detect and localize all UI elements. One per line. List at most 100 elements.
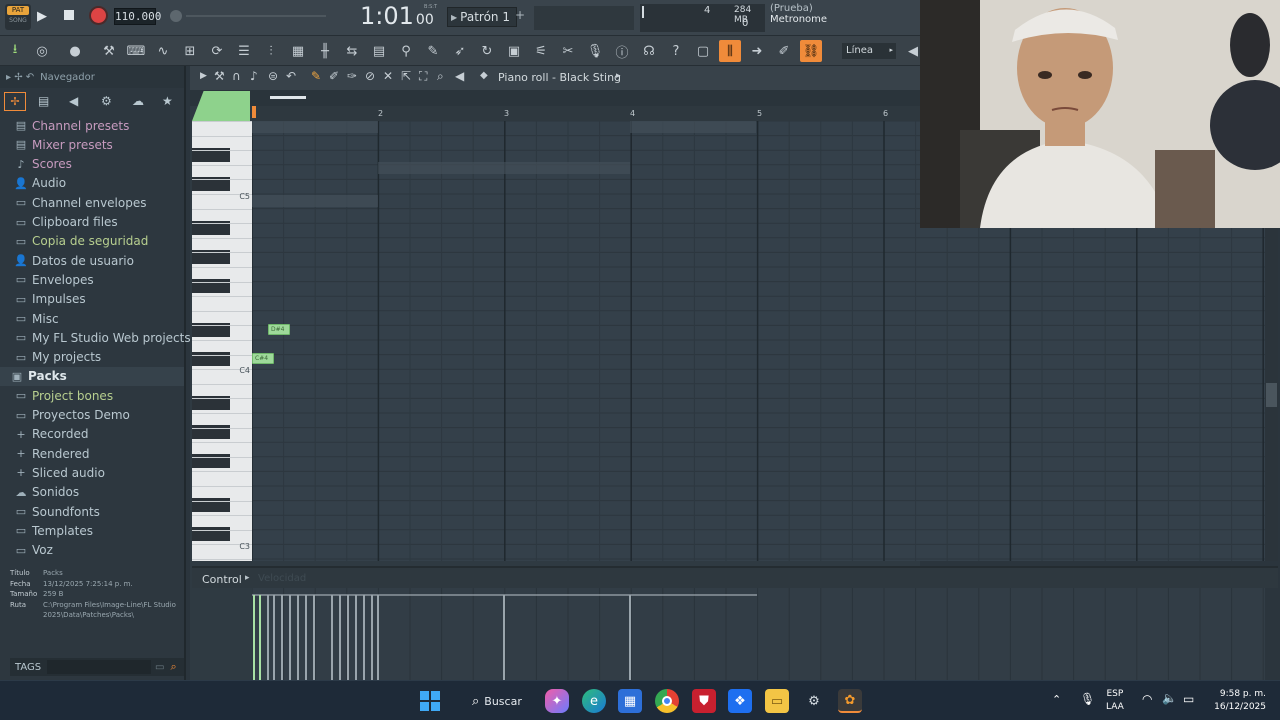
copilot-icon[interactable]: ✦ — [545, 689, 569, 713]
pr-undo-icon[interactable]: ↶ — [286, 69, 296, 83]
browser-item[interactable]: ▭ Voz — [14, 541, 53, 560]
save-icon[interactable]: ⭳ — [4, 40, 26, 62]
typing-keyboard-icon[interactable]: ⌨ — [125, 40, 147, 62]
overview-scroll-thumb[interactable] — [270, 96, 306, 99]
pr-snap-icon[interactable]: ∩ — [232, 69, 241, 83]
playlist-icon[interactable]: ☰ — [233, 40, 255, 62]
play-button[interactable]: ▶ — [37, 9, 47, 24]
pencil-icon[interactable]: ✐ — [773, 40, 795, 62]
velocity-lane[interactable] — [252, 588, 1265, 680]
browser-audio-tab-icon[interactable]: ◀ — [69, 94, 78, 108]
browser-item[interactable]: ▭ Envelopes — [14, 270, 94, 289]
battery-icon[interactable]: ▭ — [1183, 692, 1194, 706]
clock[interactable]: 9:58 p. m. 16/12/2025 — [1210, 688, 1266, 714]
browser-item[interactable]: ▭ Project bones — [14, 386, 113, 405]
brush-icon[interactable]: ➶ — [449, 40, 471, 62]
windows-start-icon[interactable] — [418, 689, 442, 713]
snap-selector[interactable]: Línea ▸ — [842, 43, 896, 59]
browser-item[interactable]: ▭ My FL Studio Web projects — [14, 328, 191, 347]
tags-input[interactable] — [47, 660, 151, 674]
browser-item[interactable]: ▭ Channel envelopes — [14, 193, 147, 212]
browser-item[interactable]: ▭ Misc — [14, 309, 59, 328]
pr-note-icon[interactable]: ♪ — [250, 69, 258, 83]
pr-stamp-icon[interactable]: ⊜ — [268, 69, 278, 83]
pr-mute-icon[interactable]: ✕ — [383, 69, 393, 83]
blend-icon[interactable]: ⊞ — [179, 40, 201, 62]
master-knob-icon[interactable]: ● — [64, 40, 86, 62]
refresh-icon[interactable]: ↻ — [476, 40, 498, 62]
info-icon[interactable]: ⓘ — [611, 40, 633, 62]
loop-region-marker[interactable] — [252, 106, 256, 118]
pr-pencil-icon[interactable]: ✎ — [311, 69, 321, 83]
wifi-icon[interactable]: ◠ — [1142, 692, 1152, 706]
mixer-icon[interactable]: ⫶ — [260, 40, 282, 62]
browser-item[interactable]: ▭ Templates — [14, 521, 93, 540]
microphone-tray-icon[interactable]: 🎙 — [1080, 692, 1095, 706]
control-label[interactable]: Control — [202, 573, 242, 586]
browser-favorites-tab-icon[interactable]: ★ — [162, 94, 173, 108]
volume-icon[interactable]: 🔈 — [1162, 691, 1177, 705]
piano-note[interactable]: C#4 — [252, 353, 274, 364]
window-icon[interactable]: ▢ — [692, 40, 714, 62]
browser-item[interactable]: ▭ Proyectos Demo — [14, 406, 130, 425]
piano-keyboard[interactable]: C5 C4 C3 — [192, 121, 252, 561]
cut-icon[interactable]: ✂ — [557, 40, 579, 62]
browser-plugins-tab-icon[interactable]: ⚙ — [101, 94, 112, 108]
pr-zoom-icon[interactable]: ⌕ — [437, 69, 444, 84]
tags-folder-icon[interactable]: ▭ — [155, 662, 164, 673]
plugin-icon[interactable]: ⚲ — [395, 40, 417, 62]
chrome-icon[interactable] — [655, 689, 679, 713]
pr-slice-icon[interactable]: ⇱ — [401, 69, 411, 83]
pr-delete-icon[interactable]: ⊘ — [365, 69, 375, 83]
pr-brush-icon[interactable]: ✑ — [347, 69, 357, 83]
master-volume-slider[interactable] — [186, 15, 326, 17]
eq-icon[interactable]: ⚟ — [530, 40, 552, 62]
pat-song-toggle[interactable]: PAT SONG — [5, 4, 31, 30]
store-icon[interactable]: ▦ — [618, 689, 642, 713]
dropbox-icon[interactable]: ❖ — [728, 689, 752, 713]
link-icon[interactable]: ⛓ — [800, 40, 822, 62]
fl-studio-icon[interactable]: ✿ — [838, 689, 862, 713]
browser-item[interactable]: ▤ Mixer presets — [14, 135, 113, 154]
pick-icon[interactable]: ✎ — [422, 40, 444, 62]
master-pitch-knob[interactable] — [170, 10, 182, 22]
tool-magnet-icon[interactable]: ⚒ — [98, 40, 120, 62]
mcafee-icon[interactable]: ⛊ — [692, 689, 716, 713]
pr-paint-icon[interactable]: ✐ — [329, 69, 339, 83]
headset-icon[interactable]: ☊ — [638, 40, 660, 62]
browser-item[interactable]: 👤 Audio — [14, 174, 66, 193]
taskbar-search[interactable]: ⌕ Buscar — [458, 688, 532, 714]
tray-chevron-icon[interactable]: ⌃ — [1052, 693, 1061, 706]
piano-keys-icon[interactable]: ⫼ — [719, 40, 741, 62]
browser-item[interactable]: ▤ Channel presets — [14, 116, 130, 135]
channel-rack-icon[interactable]: ▦ — [287, 40, 309, 62]
language-indicator[interactable]: ESP LAA — [1106, 688, 1124, 714]
settings-icon[interactable]: ⚙ — [802, 689, 826, 713]
piano-note[interactable]: D#4 — [268, 324, 290, 335]
browser-item[interactable]: ▭ My projects — [14, 348, 101, 367]
browser-arrows-icon[interactable]: ▸ ✢ ↶ — [6, 72, 34, 83]
browser-item[interactable]: ▭ Impulses — [14, 290, 86, 309]
stop-button[interactable] — [64, 10, 74, 20]
browser-item[interactable]: ▭ Soundfonts — [14, 502, 100, 521]
browser-item[interactable]: + Sliced audio — [14, 463, 105, 482]
file-explorer-icon[interactable]: ▭ — [765, 689, 789, 713]
browser-item[interactable]: + Recorded — [14, 425, 88, 444]
edge-icon[interactable]: e — [582, 689, 606, 713]
control-param[interactable]: Velocidad — [258, 573, 306, 584]
browser-files-tab-icon[interactable]: ▤ — [38, 94, 49, 108]
routing-icon[interactable]: ⇆ — [341, 40, 363, 62]
pattern-selector[interactable]: ▶ Patrón 1 — [447, 7, 517, 27]
help-icon[interactable]: ? — [665, 40, 687, 62]
browser-item[interactable]: ▭ Copia de seguridad — [14, 232, 149, 251]
add-pattern-button[interactable]: + — [515, 8, 525, 22]
timeline-ruler[interactable] — [252, 106, 920, 121]
browser-item[interactable]: ▣ Packs — [0, 366, 184, 386]
tempo-display[interactable]: 110.000 — [114, 8, 161, 25]
browser-item[interactable]: ☁ Sonidos — [14, 483, 80, 502]
microphone-icon[interactable]: 🎙 — [584, 40, 606, 62]
vertical-scroll-thumb[interactable] — [1266, 383, 1277, 407]
loop-record-icon[interactable]: ⟳ — [206, 40, 228, 62]
browser-item[interactable]: ♪ Scores — [14, 155, 71, 174]
pr-magnet-icon[interactable]: ⚒ — [214, 69, 225, 83]
